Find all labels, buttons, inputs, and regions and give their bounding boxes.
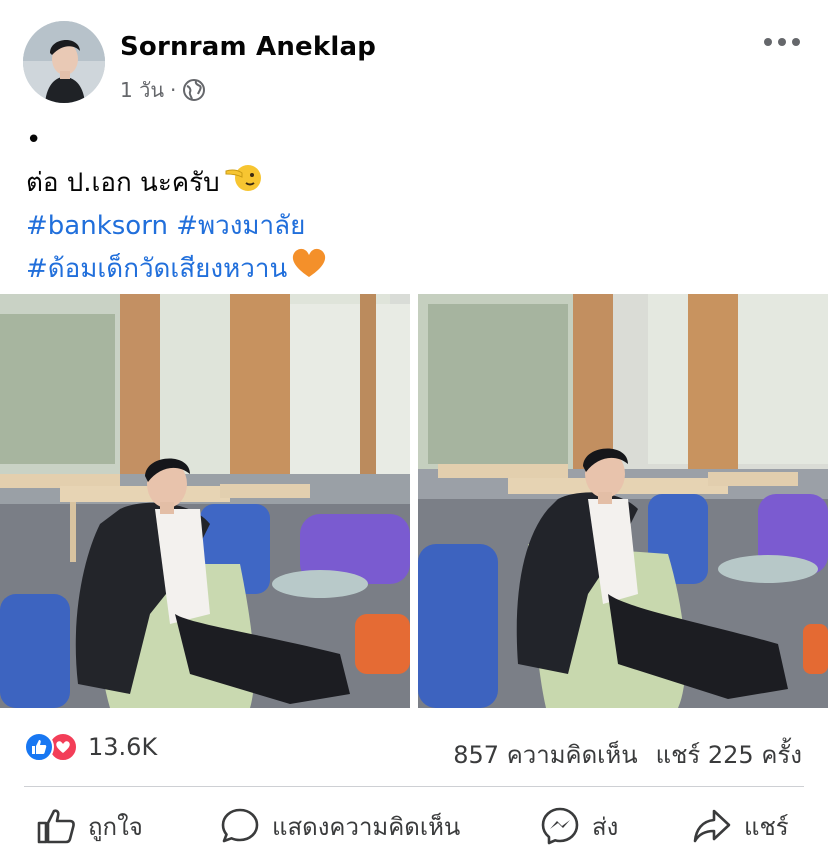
hashtag-puangmalai[interactable]: #พวงมาลัย <box>176 211 305 241</box>
post-header: Sornram Aneklap 1 วัน · <box>0 0 828 110</box>
reaction-count: 13.6K <box>88 733 158 761</box>
more-dot <box>764 38 772 46</box>
comment-bubble-icon <box>221 808 259 843</box>
author-name[interactable]: Sornram Aneklap <box>120 32 376 62</box>
caption-hashtag-line-2: #ด้อมเด็กวัดเสียงหวาน <box>26 247 806 292</box>
caption-hashtags-line: #banksorn #พวงมาลัย <box>26 206 806 247</box>
hashtag-banksorn[interactable]: #banksorn <box>26 211 168 241</box>
photo-2[interactable] <box>418 294 828 708</box>
hashtag-dom-dek-wat[interactable]: #ด้อมเด็กวัดเสียงหวาน <box>26 254 287 284</box>
reactions-summary[interactable]: 13.6K <box>24 732 157 762</box>
meta-separator: · <box>169 78 177 102</box>
share-count[interactable]: แชร์ 225 ครั้ง <box>656 735 802 774</box>
more-dot <box>792 38 800 46</box>
like-label: ถูกใจ <box>88 812 143 841</box>
caption-bullet: • <box>26 125 42 155</box>
orange-heart-icon <box>291 247 327 292</box>
share-arrow-icon <box>693 809 731 843</box>
share-button[interactable]: แชร์ <box>692 804 789 848</box>
send-button[interactable]: ส่ง <box>540 804 618 848</box>
thumbs-up-icon <box>37 809 75 844</box>
action-bar: ถูกใจ แสดงความคิดเห็น ส่ง แชร์ <box>0 796 828 858</box>
send-label: ส่ง <box>592 812 619 841</box>
author-avatar[interactable] <box>23 21 105 103</box>
like-reaction-icon <box>24 732 54 762</box>
photo-man-in-suit-library-2-icon <box>418 294 828 708</box>
post-caption: • ต่อ ป.เอก นะครับ #banksorn #พวงมาลัย #… <box>26 120 806 292</box>
post-meta: 1 วัน · <box>120 74 206 106</box>
photo-1[interactable] <box>0 294 410 708</box>
engagement-counts: 857 ความคิดเห็น แชร์ 225 ครั้ง <box>453 735 802 774</box>
post-time[interactable]: 1 วัน <box>120 74 164 106</box>
like-button[interactable]: ถูกใจ <box>36 804 143 848</box>
more-options-icon[interactable] <box>764 30 800 54</box>
more-dot <box>778 38 786 46</box>
caption-text: ต่อ ป.เอก นะครับ <box>26 168 220 198</box>
messenger-icon <box>541 807 579 845</box>
photo-man-in-suit-library-1-icon <box>0 294 410 708</box>
pointing-face-emoji-icon <box>224 161 262 206</box>
comment-button[interactable]: แสดงความคิดเห็น <box>220 804 460 848</box>
globe-icon[interactable] <box>182 78 206 102</box>
caption-text-line: ต่อ ป.เอก นะครับ <box>26 161 806 206</box>
comment-count[interactable]: 857 ความคิดเห็น <box>453 735 637 774</box>
comment-label: แสดงความคิดเห็น <box>272 812 461 841</box>
photo-grid <box>0 294 828 708</box>
post-stats: 13.6K 857 ความคิดเห็น แชร์ 225 ครั้ง <box>0 722 828 778</box>
share-label: แชร์ <box>744 812 789 841</box>
divider <box>24 786 804 787</box>
avatar-image <box>23 21 105 103</box>
